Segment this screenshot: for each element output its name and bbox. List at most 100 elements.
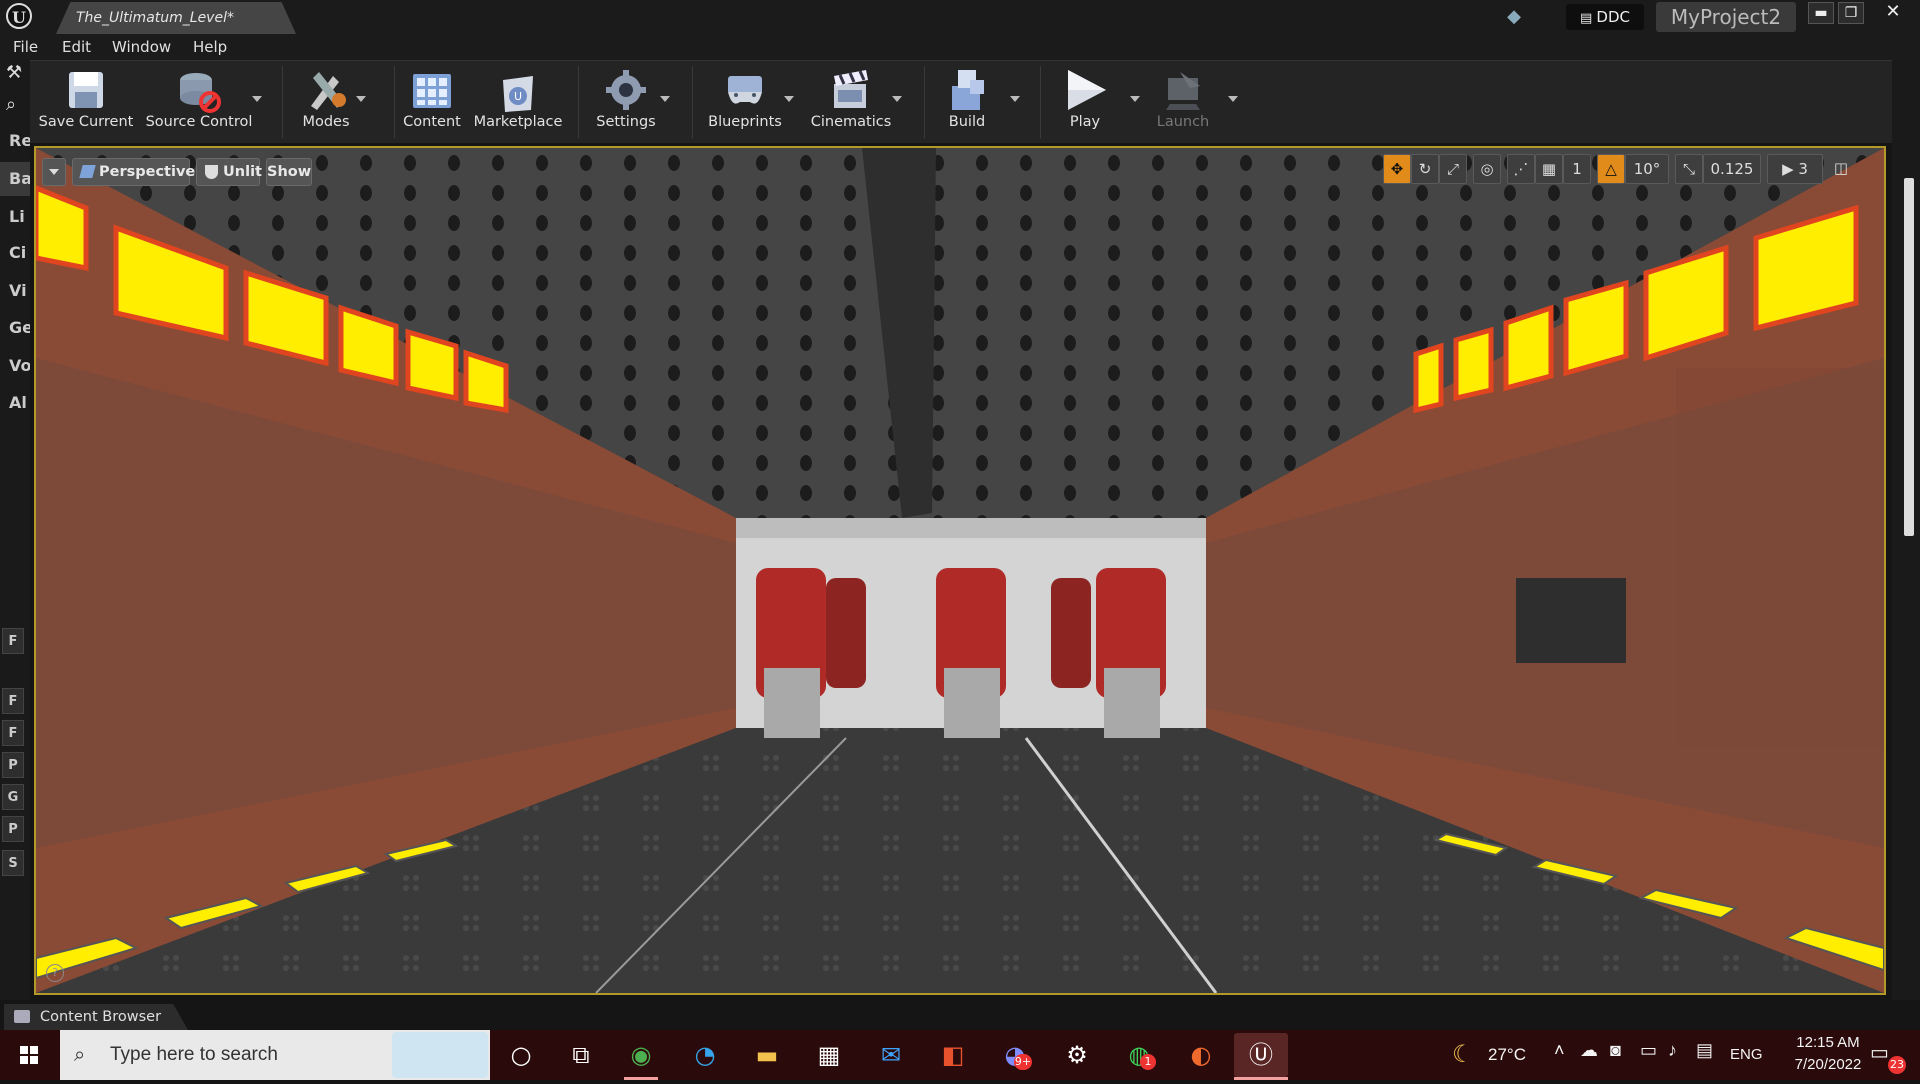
build-dropdown-icon[interactable]	[1010, 96, 1020, 102]
unlit-button[interactable]: Unlit	[196, 158, 262, 186]
graduation-cap-icon[interactable]: ◆	[1503, 6, 1525, 28]
cinematics-button[interactable]: Cinematics	[806, 60, 896, 142]
cortana-icon[interactable]: ○	[494, 1033, 548, 1077]
edge-icon[interactable]: ◔	[678, 1033, 732, 1077]
unreal-logo-icon[interactable]: U	[6, 3, 32, 29]
world-space-icon[interactable]: ◎	[1473, 154, 1501, 184]
camera-speed-button[interactable]: ▶ 3	[1767, 154, 1823, 184]
help-icon[interactable]: ?	[46, 964, 64, 982]
battery-icon[interactable]: ▭	[1640, 1040, 1657, 1061]
mail-icon[interactable]: ✉	[864, 1033, 918, 1077]
source-control-button[interactable]: Source Control	[140, 60, 258, 142]
language-indicator[interactable]: ENG	[1730, 1030, 1763, 1080]
unreal-engine-taskbar-icon[interactable]: Ⓤ	[1234, 1033, 1288, 1077]
scale-tool-icon[interactable]: ⤢	[1439, 154, 1467, 184]
cinematics-clapper-icon	[834, 70, 868, 108]
left-tab-all-classes[interactable]: Al	[0, 386, 30, 420]
start-button[interactable]	[0, 1030, 58, 1080]
file-explorer-icon[interactable]: ▬	[740, 1033, 794, 1077]
build-button[interactable]: Build	[930, 60, 1004, 142]
right-tab-1[interactable]: F	[2, 628, 24, 654]
settings-button[interactable]: Settings	[586, 60, 666, 142]
launch-button[interactable]: Launch	[1148, 60, 1218, 142]
onedrive-cloud-icon[interactable]: ☁	[1580, 1040, 1598, 1061]
wrench-icon[interactable]: ⚒	[6, 62, 26, 83]
task-view-icon[interactable]: ⧉	[554, 1033, 608, 1077]
grid-size-value[interactable]: 1	[1563, 154, 1591, 184]
menu-edit[interactable]: Edit	[62, 34, 91, 60]
source-control-label: Source Control	[145, 114, 253, 130]
right-tab-6[interactable]: P	[2, 816, 24, 842]
viewport-options-button[interactable]	[42, 158, 66, 186]
ddc-button[interactable]: ▤ DDC	[1566, 4, 1644, 30]
surface-snap-icon[interactable]: ⋰	[1507, 154, 1535, 184]
settings-dropdown-icon[interactable]	[660, 96, 670, 102]
weather-temp[interactable]: 27°C	[1488, 1030, 1526, 1080]
left-tab-cinematic[interactable]: Ci	[0, 236, 30, 270]
level-viewport[interactable]: Perspective Unlit Show ✥ ↻ ⤢ ◎ ⋰ ▦ 1 △ 1…	[34, 146, 1886, 995]
notification-icon[interactable]: ▭	[1870, 1040, 1889, 1065]
left-tab-basic[interactable]: Ba	[0, 162, 30, 196]
settings-gear-icon[interactable]: ⚙	[1050, 1033, 1104, 1077]
webcam-icon[interactable]: ◙	[1610, 1040, 1621, 1061]
launch-dropdown-icon[interactable]	[1228, 96, 1238, 102]
right-tab-3[interactable]: F	[2, 720, 24, 746]
clock-time[interactable]: 12:15 AM	[1780, 1034, 1876, 1051]
scale-snap-icon[interactable]: ⤡	[1675, 154, 1703, 184]
whatsapp-icon[interactable]: ◍	[1112, 1033, 1166, 1077]
right-tab-4[interactable]: P	[2, 752, 24, 778]
volume-icon[interactable]: ♪	[1668, 1040, 1677, 1061]
source-control-dropdown-icon[interactable]	[252, 96, 262, 102]
content-button[interactable]: Content	[398, 60, 466, 142]
grid-snap-icon[interactable]: ▦	[1535, 154, 1563, 184]
menu-file[interactable]: File	[13, 34, 38, 60]
rotate-tool-icon[interactable]: ↻	[1411, 154, 1439, 184]
level-document-tab[interactable]: The_Ultimatum_Level*	[56, 2, 296, 34]
cinematics-dropdown-icon[interactable]	[892, 96, 902, 102]
maximize-button[interactable]: ❐	[1838, 2, 1864, 24]
microsoft-store-icon[interactable]: ▦	[802, 1033, 856, 1077]
right-tab-2[interactable]: F	[2, 688, 24, 714]
chevron-up-icon[interactable]: ˄	[1554, 1040, 1565, 1061]
left-tab-visual-effects[interactable]: Vi	[0, 274, 30, 308]
perspective-label: Perspective	[99, 164, 196, 180]
left-tab-lights[interactable]: Li	[0, 200, 30, 234]
marketplace-button[interactable]: U Marketplace	[470, 60, 566, 142]
content-browser-tab[interactable]: Content Browser	[4, 1004, 188, 1030]
chrome-icon[interactable]: ◉	[614, 1033, 668, 1077]
blueprints-dropdown-icon[interactable]	[784, 96, 794, 102]
modes-button[interactable]: Modes	[288, 60, 364, 142]
play-label: Play	[1069, 114, 1101, 130]
menu-window[interactable]: Window	[112, 34, 171, 60]
left-tab-volumes[interactable]: Vo	[0, 349, 30, 383]
menu-help[interactable]: Help	[193, 34, 227, 60]
office-icon[interactable]: ◧	[926, 1033, 980, 1077]
maximize-viewport-icon[interactable]: ◫	[1829, 154, 1853, 184]
play-button[interactable]: Play	[1050, 60, 1120, 142]
clock-date[interactable]: 7/20/2022	[1780, 1056, 1876, 1073]
rotation-snap-value[interactable]: 10°	[1625, 154, 1669, 184]
cinematics-label: Cinematics	[810, 114, 892, 130]
viewport-scene[interactable]	[36, 148, 1884, 993]
minimize-button[interactable]: ▬	[1808, 2, 1834, 24]
rotation-snap-icon[interactable]: △	[1597, 154, 1625, 184]
build-label: Build	[948, 114, 986, 130]
translate-tool-icon[interactable]: ✥	[1383, 154, 1411, 184]
blueprints-button[interactable]: Blueprints	[700, 60, 790, 142]
left-tab-geometry[interactable]: Ge	[0, 311, 30, 345]
weather-moon-icon[interactable]: ☾	[1452, 1040, 1480, 1070]
play-dropdown-icon[interactable]	[1130, 96, 1140, 102]
scale-snap-value[interactable]: 0.125	[1703, 154, 1761, 184]
origin-icon[interactable]: ◐	[1174, 1033, 1228, 1077]
right-tab-5[interactable]: G	[2, 784, 24, 810]
right-scrollbar[interactable]	[1904, 178, 1914, 536]
left-tab-recent[interactable]: Re	[0, 124, 30, 158]
right-tab-7[interactable]: S	[2, 850, 24, 876]
modes-dropdown-icon[interactable]	[356, 96, 366, 102]
save-current-button[interactable]: Save Current	[36, 60, 136, 142]
close-button[interactable]: ✕	[1880, 2, 1906, 24]
perspective-button[interactable]: Perspective	[72, 158, 195, 186]
show-button[interactable]: Show	[266, 158, 312, 186]
search-icon[interactable]: ⌕	[6, 94, 26, 116]
network-icon[interactable]: ▤	[1696, 1040, 1713, 1061]
